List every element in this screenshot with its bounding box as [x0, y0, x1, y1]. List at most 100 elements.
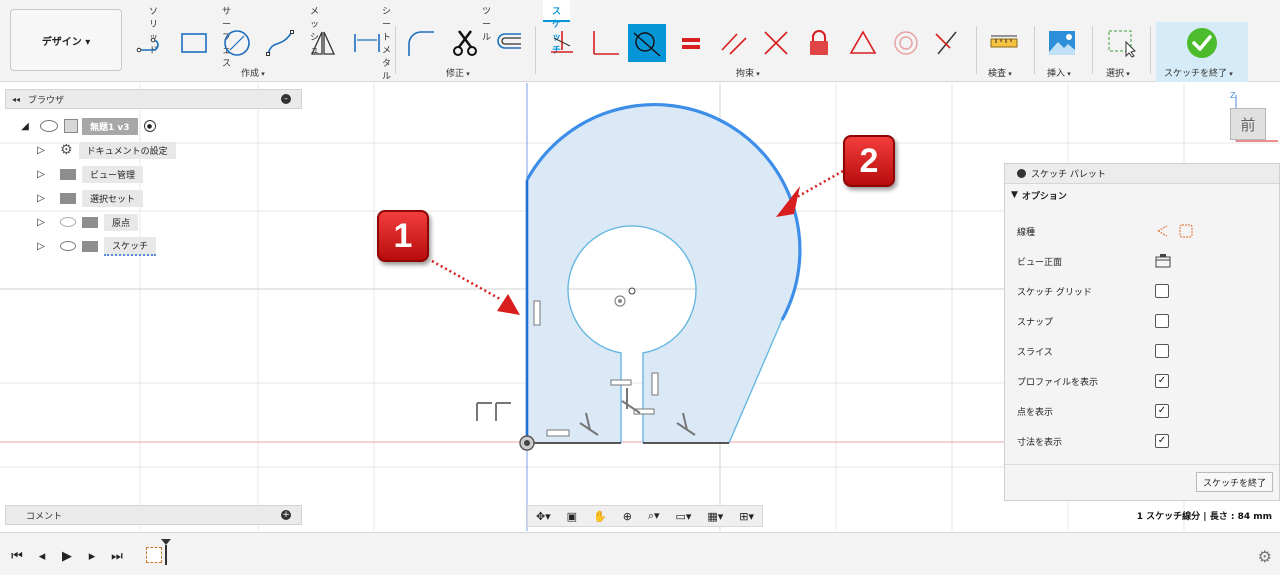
viewcube-front-face[interactable]: 前	[1240, 114, 1255, 135]
look-at-icon[interactable]	[1155, 254, 1171, 268]
perpendicular-cross-button[interactable]	[759, 26, 793, 60]
option-linetype: 線種	[1005, 221, 1279, 241]
eye-icon[interactable]	[40, 120, 58, 132]
snap-checkbox[interactable]	[1155, 314, 1169, 328]
viewcube[interactable]: 前	[1230, 108, 1266, 140]
browser-panel-header[interactable]: ◂◂ ブラウザ –	[5, 89, 302, 109]
options-section[interactable]: ▼ オプション	[1005, 184, 1279, 206]
expand-triangle-icon[interactable]: ◢	[20, 121, 30, 132]
tree-item[interactable]: ▷ スケッチ	[36, 236, 157, 256]
parallel-icon	[721, 33, 747, 55]
palette-finish-button[interactable]: スケッチを終了	[1195, 472, 1273, 492]
collapse-triangle-icon[interactable]: ▼	[1011, 190, 1018, 200]
equal-icon	[682, 38, 700, 49]
palette-header[interactable]: スケッチ パレット	[1005, 164, 1279, 184]
hidden-eye-icon[interactable]	[60, 217, 76, 227]
play-icon[interactable]: ▶	[59, 548, 75, 564]
coincident-constraint-button[interactable]	[545, 26, 579, 60]
linetype-icon[interactable]	[1155, 224, 1195, 238]
minus-icon[interactable]: –	[281, 94, 291, 104]
trim-tool-button[interactable]	[448, 26, 482, 60]
add-icon[interactable]: +	[281, 510, 291, 520]
expand-triangle-icon[interactable]: ▷	[36, 217, 46, 228]
concentric-constraint-button[interactable]	[889, 26, 923, 60]
rectangle-tool-button[interactable]	[177, 26, 211, 60]
triangle-icon	[849, 30, 877, 54]
insert-image-button[interactable]	[1045, 26, 1079, 60]
circle-tool-button[interactable]	[220, 26, 254, 60]
viewports-icon[interactable]: ⊞▾	[739, 510, 754, 523]
scissors-icon	[453, 30, 477, 56]
sketch-profile[interactable]	[527, 104, 800, 444]
symmetry-constraint-button[interactable]	[930, 26, 964, 60]
spline-icon	[266, 30, 294, 56]
zoom-window-icon[interactable]: ⌕▾	[648, 509, 660, 523]
tab-tools[interactable]: ツール	[482, 4, 491, 43]
tree-item[interactable]: ▷ 選択セット	[36, 188, 144, 208]
zoom-icon[interactable]: ⊕	[623, 510, 632, 523]
minus-icon[interactable]	[1017, 169, 1026, 178]
line-tool-button[interactable]	[134, 26, 168, 60]
comment-panel[interactable]: コメント +	[5, 505, 302, 525]
tangent-icon	[633, 32, 661, 57]
tree-item[interactable]: ▷ 原点	[36, 212, 139, 232]
step-forward-icon[interactable]: ▸	[84, 548, 100, 564]
expand-triangle-icon[interactable]: ▷	[36, 145, 46, 156]
timeline-settings-gear-icon[interactable]: ⚙	[1258, 547, 1272, 566]
show-profile-checkbox[interactable]: ✓	[1155, 374, 1169, 388]
grid-settings-icon[interactable]: ▦▾	[707, 510, 723, 523]
tree-root-label[interactable]: 無題1 v3	[82, 117, 138, 135]
create-group-label[interactable]: 作成	[241, 66, 265, 79]
mirror-tool-button[interactable]	[306, 26, 340, 60]
select-tool-button[interactable]	[1104, 26, 1138, 60]
activate-radio-icon[interactable]: ●	[143, 120, 156, 132]
grid-checkbox[interactable]	[1155, 284, 1169, 298]
display-settings-icon[interactable]: ▭▾	[676, 510, 692, 523]
midpoint-constraint-button[interactable]	[846, 26, 880, 60]
tree-item[interactable]: ▷ ビュー管理	[36, 164, 144, 184]
perpendicular-constraint-button[interactable]	[589, 26, 623, 60]
tree-root[interactable]: ◢ 無題1 v3 ●	[20, 116, 156, 136]
tree-item[interactable]: ▷ ⚙ ドキュメントの設定	[36, 140, 176, 160]
dimension-tool-button[interactable]	[350, 26, 384, 60]
show-dimensions-checkbox[interactable]: ✓	[1155, 434, 1169, 448]
parallel-constraint-button[interactable]	[717, 26, 751, 60]
tree-item-label: ビュー管理	[82, 165, 144, 183]
step-back-icon[interactable]: ◂	[34, 548, 50, 564]
timeline-marker[interactable]	[161, 539, 171, 565]
modify-group-label[interactable]: 修正	[446, 66, 470, 79]
workspace-switcher[interactable]: デザイン ▾	[10, 9, 122, 71]
orbit-icon[interactable]: ✥▾	[536, 510, 551, 523]
option-slice: スライス	[1005, 341, 1279, 361]
insert-group-label[interactable]: 挿入	[1047, 66, 1071, 79]
option-snap: スナップ	[1005, 311, 1279, 331]
fix-constraint-button[interactable]	[802, 26, 836, 60]
sketch-feature-icon[interactable]	[146, 547, 162, 563]
eye-icon[interactable]	[60, 241, 76, 251]
callout-1-number: 1	[393, 216, 413, 255]
expand-triangle-icon[interactable]: ▷	[36, 193, 46, 204]
collapse-icon[interactable]: ◂◂	[12, 95, 20, 104]
offset-tool-button[interactable]	[491, 26, 525, 60]
skip-end-icon[interactable]: ⏭	[109, 548, 125, 564]
equal-constraint-button[interactable]	[674, 26, 708, 60]
finish-sketch-button[interactable]: スケッチを終了	[1156, 22, 1248, 82]
skip-start-icon[interactable]: ⏮	[9, 548, 25, 564]
fillet-tool-button[interactable]	[404, 26, 438, 60]
option-label: ビュー正面	[1017, 257, 1063, 268]
finish-sketch-label: スケッチを終了	[1164, 66, 1233, 79]
expand-triangle-icon[interactable]: ▷	[36, 169, 46, 180]
slice-checkbox[interactable]	[1155, 344, 1169, 358]
tangent-constraint-button[interactable]	[628, 24, 666, 62]
pan-hand-icon[interactable]: ✋	[593, 510, 607, 523]
look-at-icon[interactable]: ▣	[567, 510, 577, 523]
constraints-group-label[interactable]: 拘束	[736, 66, 760, 79]
measure-tool-button[interactable]	[987, 26, 1021, 60]
show-points-checkbox[interactable]: ✓	[1155, 404, 1169, 418]
expand-triangle-icon[interactable]: ▷	[36, 241, 46, 252]
tab-sketch[interactable]: スケッチ	[543, 0, 571, 56]
spline-tool-button[interactable]	[263, 26, 297, 60]
select-group-label[interactable]: 選択	[1106, 66, 1130, 79]
gear-icon: ⚙	[60, 142, 73, 158]
inspect-group-label[interactable]: 検査	[988, 66, 1012, 79]
